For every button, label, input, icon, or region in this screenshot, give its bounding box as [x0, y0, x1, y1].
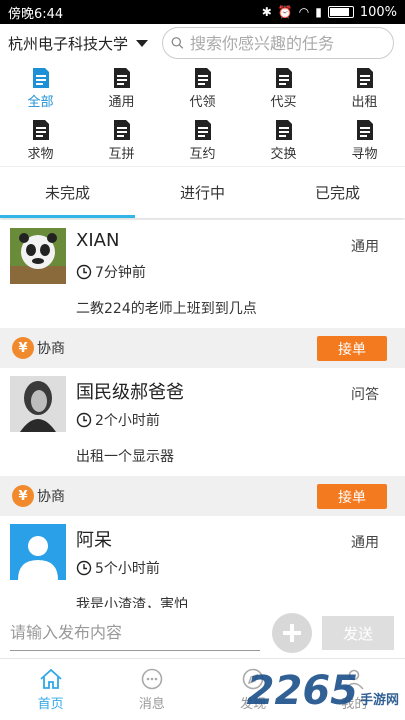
wifi-icon: ◠ [298, 5, 310, 19]
document-icon [32, 119, 49, 140]
home-icon [40, 668, 62, 689]
category-label: 求物 [27, 146, 54, 162]
status-bar: 傍晚6:44 ✱ ⏰ ◠ ▮ 100% [0, 0, 405, 24]
tab-in-progress[interactable]: 进行中 [135, 167, 270, 218]
top-header: 杭州电子科技大学 [0, 24, 405, 62]
site-watermark: 2265 手游网 [246, 668, 399, 714]
document-icon [113, 119, 130, 140]
battery-level: 100% [359, 4, 397, 20]
yen-icon: ¥ [12, 337, 34, 359]
category-label: 交换 [270, 146, 297, 162]
nav-label: 首页 [37, 696, 64, 712]
user-name: 国民级郝爸爸 [76, 382, 184, 403]
nav-messages[interactable]: 消息 [101, 659, 202, 720]
time-text: 2个小时前 [95, 413, 160, 429]
list-item[interactable]: 阿呆 通用 5个小时前 我是小渣渣，害怕 [0, 516, 405, 608]
status-icons: ✱ ⏰ ◠ ▮ 100% [262, 5, 397, 20]
category-request[interactable]: 求物 [0, 114, 81, 166]
document-icon [356, 119, 373, 140]
accept-order-button[interactable]: 接单 [317, 484, 387, 509]
message-icon [141, 668, 163, 689]
clock-icon [76, 264, 92, 280]
tab-incomplete[interactable]: 未完成 [0, 167, 135, 218]
document-icon [275, 119, 292, 140]
search-box[interactable] [162, 27, 395, 59]
category-label: 全部 [27, 94, 54, 110]
nav-home[interactable]: 首页 [0, 659, 101, 720]
yen-icon: ¥ [12, 485, 34, 507]
task-time: 2个小时前 [76, 410, 160, 430]
task-time: 7分钟前 [76, 262, 146, 282]
bluetooth-icon: ✱ [261, 5, 272, 19]
school-selector[interactable]: 杭州电子科技大学 [8, 33, 149, 54]
post-content-input[interactable] [10, 615, 260, 651]
bottom-nav: 首页 消息 发现 我的 2265 手游网 [0, 658, 405, 720]
compose-bar: 发送 [0, 608, 405, 658]
category-label: 出租 [351, 94, 378, 110]
dropdown-caret-icon [136, 39, 149, 47]
task-description: 二教224的老师上班到到几点 [76, 301, 257, 317]
category-pickup[interactable]: 代领 [162, 62, 243, 114]
document-icon [194, 119, 211, 140]
task-type: 通用 [351, 239, 379, 255]
category-label: 通用 [108, 94, 135, 110]
category-label: 互约 [189, 146, 216, 162]
search-input[interactable] [190, 33, 386, 53]
document-icon [113, 67, 130, 88]
category-label: 代买 [270, 94, 297, 110]
task-description: 我是小渣渣，害怕 [76, 597, 188, 608]
category-share[interactable]: 互拼 [81, 114, 162, 166]
category-exchange[interactable]: 交换 [243, 114, 324, 166]
action-bar: ¥ 协商 接单 [0, 476, 405, 516]
task-type: 通用 [351, 535, 379, 551]
action-bar: ¥ 协商 接单 [0, 328, 405, 368]
avatar [10, 524, 66, 580]
category-grid: 全部 通用 代领 代买 出租 求物 互拼 互约 交换 寻物 [0, 62, 405, 166]
plus-icon [283, 624, 301, 642]
task-list: XIAN 通用 7分钟前 二教224的老师上班到到几点 ¥ 协商 接单 国民级郝… [0, 220, 405, 608]
tab-completed[interactable]: 已完成 [270, 167, 405, 218]
document-icon [194, 67, 211, 88]
category-lost[interactable]: 寻物 [324, 114, 405, 166]
category-buy[interactable]: 代买 [243, 62, 324, 114]
category-rent[interactable]: 出租 [324, 62, 405, 114]
nav-label: 消息 [138, 696, 165, 712]
price-negotiable: 协商 [37, 341, 65, 357]
avatar [10, 228, 66, 284]
send-button[interactable]: 发送 [322, 616, 394, 650]
search-icon [171, 37, 184, 49]
alarm-icon: ⏰ [277, 5, 293, 19]
list-item[interactable]: 国民级郝爸爸 问答 2个小时前 出租一个显示器 [0, 368, 405, 476]
task-description: 出租一个显示器 [76, 449, 174, 465]
category-label: 寻物 [351, 146, 378, 162]
time-text: 5个小时前 [95, 561, 160, 577]
status-time: 傍晚6:44 [8, 6, 64, 22]
signal-icon: ▮ [315, 5, 322, 19]
category-all[interactable]: 全部 [0, 62, 81, 114]
avatar [10, 376, 66, 432]
task-type: 问答 [351, 387, 379, 403]
document-icon [32, 67, 49, 88]
list-item[interactable]: XIAN 通用 7分钟前 二教224的老师上班到到几点 [0, 220, 405, 328]
document-icon [275, 67, 292, 88]
category-general[interactable]: 通用 [81, 62, 162, 114]
task-time: 5个小时前 [76, 558, 160, 578]
price-negotiable: 协商 [37, 489, 65, 505]
school-name: 杭州电子科技大学 [8, 34, 129, 53]
category-label: 代领 [189, 94, 216, 110]
document-icon [356, 67, 373, 88]
user-name: 阿呆 [76, 530, 112, 551]
user-name: XIAN [76, 230, 120, 251]
category-meetup[interactable]: 互约 [162, 114, 243, 166]
time-text: 7分钟前 [95, 265, 146, 281]
clock-icon [76, 412, 92, 428]
status-tabs: 未完成 进行中 已完成 [0, 166, 405, 218]
category-label: 互拼 [108, 146, 135, 162]
battery-icon [327, 6, 354, 18]
clock-icon [76, 560, 92, 576]
accept-order-button[interactable]: 接单 [317, 336, 387, 361]
add-button[interactable] [272, 613, 312, 653]
